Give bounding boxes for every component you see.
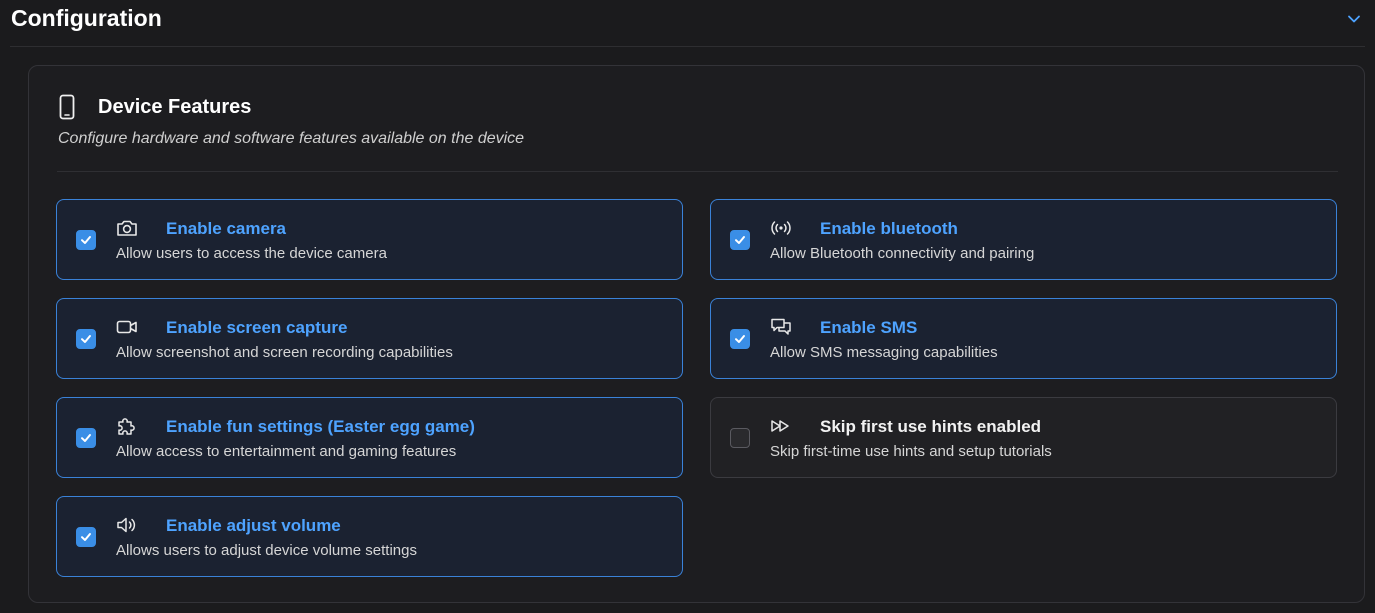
check-icon: [735, 236, 745, 244]
check-icon: [81, 533, 91, 541]
feature-description: Allow access to entertainment and gaming…: [116, 443, 457, 460]
card-title-row: Device Features: [59, 94, 251, 120]
feature-description: Allow Bluetooth connectivity and pairing: [770, 245, 1035, 262]
camera-checkbox[interactable]: [76, 230, 96, 250]
feature-description: Allow screenshot and screen recording ca…: [116, 344, 453, 361]
fast-forward-icon: [770, 416, 792, 436]
feature-screen-capture[interactable]: Enable screen capture Allow screenshot a…: [56, 298, 683, 379]
skip-hints-checkbox[interactable]: [730, 428, 750, 448]
feature-fun-settings[interactable]: Enable fun settings (Easter egg game) Al…: [56, 397, 683, 478]
feature-title: Enable camera: [166, 219, 287, 238]
feature-bluetooth[interactable]: Enable bluetooth Allow Bluetooth connect…: [710, 199, 1337, 280]
camera-icon: [116, 218, 138, 238]
configuration-header: Configuration: [10, 0, 1365, 47]
feature-adjust-volume[interactable]: Enable adjust volume Allows users to adj…: [56, 496, 683, 577]
chat-icon: [770, 317, 792, 337]
sms-checkbox[interactable]: [730, 329, 750, 349]
feature-title: Enable SMS: [820, 318, 918, 337]
feature-description: Allow SMS messaging capabilities: [770, 344, 998, 361]
feature-title: Enable bluetooth: [820, 219, 958, 238]
feature-description: Skip first-time use hints and setup tuto…: [770, 443, 1052, 460]
puzzle-icon: [116, 416, 138, 436]
feature-title: Enable fun settings (Easter egg game): [166, 417, 475, 436]
device-features-card: Device Features Configure hardware and s…: [28, 65, 1365, 603]
check-icon: [81, 434, 91, 442]
feature-skip-hints[interactable]: Skip first use hints enabled Skip first-…: [710, 397, 1337, 478]
feature-sms[interactable]: Enable SMS Allow SMS messaging capabilit…: [710, 298, 1337, 379]
bluetooth-checkbox[interactable]: [730, 230, 750, 250]
adjust-volume-checkbox[interactable]: [76, 527, 96, 547]
feature-title: Enable screen capture: [166, 318, 348, 337]
feature-description: Allows users to adjust device volume set…: [116, 542, 417, 559]
feature-camera[interactable]: Enable camera Allow users to access the …: [56, 199, 683, 280]
page-title: Configuration: [11, 5, 162, 31]
feature-title: Skip first use hints enabled: [820, 417, 1042, 436]
card-subtitle: Configure hardware and software features…: [58, 130, 525, 147]
chevron-down-icon: [1348, 15, 1360, 23]
divider: [57, 171, 1338, 172]
check-icon: [81, 236, 91, 244]
check-icon: [81, 335, 91, 343]
screen-capture-checkbox[interactable]: [76, 329, 96, 349]
fun-settings-checkbox[interactable]: [76, 428, 96, 448]
video-icon: [116, 317, 138, 337]
check-icon: [735, 335, 745, 343]
feature-title: Enable adjust volume: [166, 516, 341, 535]
collapse-button[interactable]: [1343, 8, 1365, 30]
bluetooth-icon: [770, 218, 792, 238]
smartphone-icon: [59, 94, 79, 120]
card-title: Device Features: [98, 95, 252, 118]
volume-icon: [116, 515, 138, 535]
feature-description: Allow users to access the device camera: [116, 245, 387, 262]
